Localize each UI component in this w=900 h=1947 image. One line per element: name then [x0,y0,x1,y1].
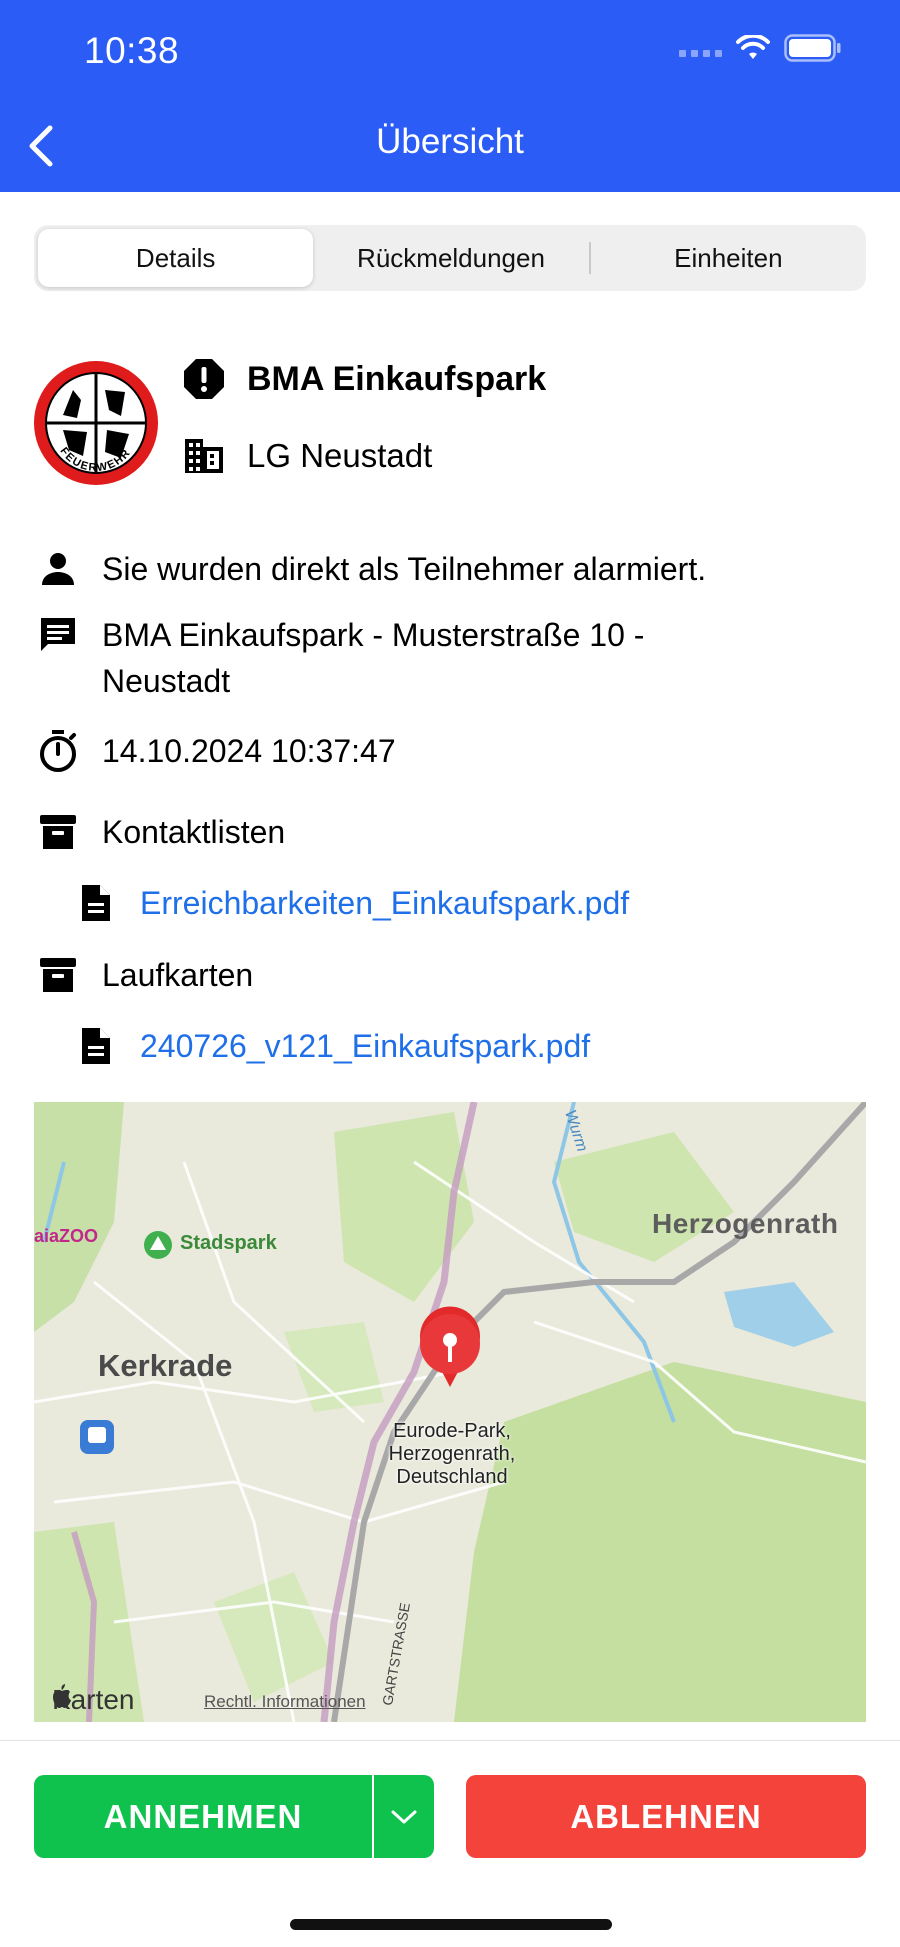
message-line-1: BMA Einkaufspark - Musterstraße 10 - [102,617,645,653]
timestamp-row: 14.10.2024 10:37:47 [36,728,396,774]
map-label-zoo: aiaZOO [34,1226,99,1246]
stopwatch-icon [40,730,76,772]
chevron-down-icon [391,1810,417,1823]
pin-label-line-2: Herzogenrath, [388,1443,516,1465]
alarm-title-row: BMA Einkaufspark [183,358,546,400]
contact-lists-row: Kontaktlisten [36,809,285,855]
document-icon [82,1028,110,1064]
cellular-signal-icon [679,49,722,57]
accept-options-button[interactable] [374,1775,434,1858]
battery-icon [784,34,841,62]
timestamp-text: 14.10.2024 10:37:47 [102,733,396,769]
route-file-link[interactable]: 240726_v121_Einkaufspark.pdf [140,1023,590,1069]
route-file-row[interactable]: 240726_v121_Einkaufspark.pdf [74,1023,590,1069]
fire-department-logo: FEUERWEHR [34,361,158,485]
app-header: 10:38 Übersicht [0,0,900,192]
decline-button[interactable]: ABLEHNEN [466,1775,866,1858]
map-attribution: Karten [52,1684,135,1716]
map-canvas [34,1102,866,1722]
unit-name: LG Neustadt [247,437,433,474]
apple-logo-icon [53,1684,71,1708]
location-map[interactable]: Herzogenrath Kerkrade Stadspark aiaZOO W… [34,1102,866,1722]
pin-label-line-1: Eurode-Park, [393,1420,511,1442]
contact-lists-label: Kontaktlisten [102,814,286,850]
route-cards-label: Laufkarten [102,957,254,993]
status-icons [679,34,842,62]
tab-einheiten[interactable]: Einheiten [591,229,866,287]
participant-row: Sie wurden direkt als Teilnehmer alarmie… [36,546,706,592]
map-label-herzogenrath: Herzogenrath [652,1208,839,1239]
pin-label-line-3: Deutschland [396,1466,508,1488]
wifi-icon [736,35,770,59]
message-icon [41,618,75,651]
archive-icon [40,815,76,849]
alarm-title: BMA Einkaufspark [247,359,547,398]
route-cards-row: Laufkarten [36,952,253,998]
status-time: 10:38 [84,30,180,71]
tab-bar: Details Rückmeldungen Einheiten [34,225,866,291]
accept-button[interactable]: ANNEHMEN [34,1775,372,1858]
bottom-divider [0,1740,900,1741]
contact-file-row[interactable]: Erreichbarkeiten_Einkaufspark.pdf [74,880,629,926]
page-title: Übersicht [376,122,524,161]
home-indicator [290,1919,612,1930]
map-label-kerkrade: Kerkrade [98,1348,233,1383]
message-text: BMA Einkaufspark - Musterstraße 10 - Neu… [102,612,644,704]
contact-file-link[interactable]: Erreichbarkeiten_Einkaufspark.pdf [140,880,629,926]
tab-rueckmeldungen[interactable]: Rückmeldungen [313,229,588,287]
document-icon [82,885,110,921]
archive-icon [40,958,76,992]
tab-details[interactable]: Details [38,229,314,287]
legal-info-link[interactable]: Rechtl. Informationen [204,1692,366,1712]
participant-text: Sie wurden direkt als Teilnehmer alarmie… [102,551,707,587]
person-icon [42,553,74,585]
message-row: BMA Einkaufspark - Musterstraße 10 - Neu… [36,612,644,704]
unit-row: LG Neustadt [183,437,432,475]
message-line-2: Neustadt [102,663,231,699]
map-label-stadspark: Stadspark [180,1232,277,1254]
map-pin-label: Eurode-Park, Herzogenrath, Deutschland [334,1420,570,1489]
building-icon [185,439,223,473]
alert-octagon-icon [184,359,224,399]
